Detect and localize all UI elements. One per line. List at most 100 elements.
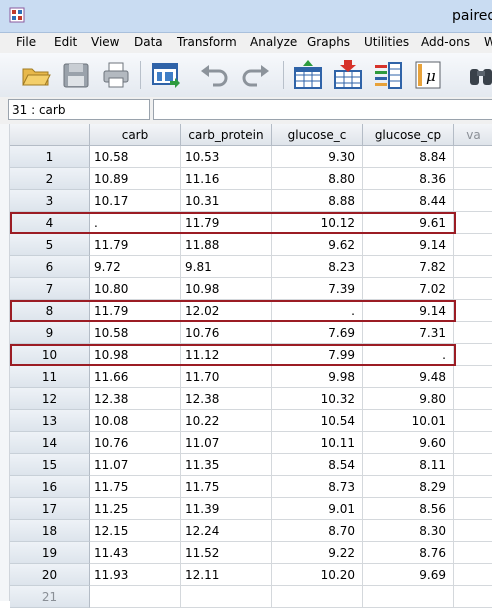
menu-analyze[interactable]: Analyze — [250, 35, 297, 49]
cell-empty-var[interactable] — [454, 498, 492, 520]
cell-glucose-cp[interactable]: 8.44 — [363, 190, 454, 212]
cell-empty-var[interactable] — [454, 146, 492, 168]
row-header[interactable]: 17 — [10, 498, 90, 520]
cell-empty-var[interactable] — [454, 168, 492, 190]
column-header-carb[interactable]: carb — [90, 124, 181, 146]
cell-empty-var[interactable] — [454, 410, 492, 432]
row-header[interactable]: 3 — [10, 190, 90, 212]
column-header-glucose-cp[interactable]: glucose_cp — [363, 124, 454, 146]
cell-glucose-c[interactable]: 10.12 — [272, 212, 363, 234]
cell-glucose-c[interactable]: . — [272, 300, 363, 322]
cell-empty-var[interactable] — [454, 190, 492, 212]
cell-glucose-c[interactable]: 7.39 — [272, 278, 363, 300]
cell-carb-protein[interactable]: 11.39 — [181, 498, 272, 520]
cell-carb-protein[interactable]: 12.02 — [181, 300, 272, 322]
row-header[interactable]: 1 — [10, 146, 90, 168]
print-icon[interactable] — [100, 59, 132, 91]
cell-glucose-cp[interactable] — [363, 586, 454, 608]
cell-empty-var[interactable] — [454, 256, 492, 278]
cell-carb-protein[interactable]: 12.38 — [181, 388, 272, 410]
menu-transform[interactable]: Transform — [177, 35, 237, 49]
row-header[interactable]: 5 — [10, 234, 90, 256]
cell-glucose-c[interactable]: 7.69 — [272, 322, 363, 344]
variables-icon[interactable] — [372, 59, 404, 91]
menu-file[interactable]: File — [16, 35, 36, 49]
cell-carb[interactable]: 11.66 — [90, 366, 181, 388]
cell-glucose-cp[interactable]: 9.14 — [363, 234, 454, 256]
cell-carb[interactable]: . — [90, 212, 181, 234]
row-header[interactable]: 6 — [10, 256, 90, 278]
corner-header[interactable] — [10, 124, 90, 146]
cell-carb[interactable]: 10.89 — [90, 168, 181, 190]
menu-graphs[interactable]: Graphs — [307, 35, 350, 49]
cell-glucose-cp[interactable]: 7.82 — [363, 256, 454, 278]
row-header[interactable]: 20 — [10, 564, 90, 586]
row-header[interactable]: 18 — [10, 520, 90, 542]
dialog-recall-icon[interactable] — [150, 59, 182, 91]
cell-carb[interactable]: 12.38 — [90, 388, 181, 410]
cell-glucose-c[interactable]: 8.80 — [272, 168, 363, 190]
cell-glucose-c[interactable]: 9.62 — [272, 234, 363, 256]
row-header[interactable]: 12 — [10, 388, 90, 410]
cell-reference-box[interactable]: 31 : carb — [8, 99, 150, 120]
cell-glucose-cp[interactable]: 8.76 — [363, 542, 454, 564]
cell-carb[interactable]: 10.08 — [90, 410, 181, 432]
cell-carb-protein[interactable]: 10.76 — [181, 322, 272, 344]
cell-glucose-c[interactable]: 10.32 — [272, 388, 363, 410]
cell-glucose-cp[interactable]: 9.80 — [363, 388, 454, 410]
row-header[interactable]: 8 — [10, 300, 90, 322]
goto-case-icon[interactable] — [292, 59, 324, 91]
cell-carb-protein[interactable]: 11.75 — [181, 476, 272, 498]
cell-carb-protein[interactable]: 9.81 — [181, 256, 272, 278]
cell-carb[interactable]: 11.07 — [90, 454, 181, 476]
cell-carb-protein[interactable] — [181, 586, 272, 608]
cell-carb[interactable]: 11.43 — [90, 542, 181, 564]
cell-carb[interactable]: 11.93 — [90, 564, 181, 586]
cell-carb[interactable] — [90, 586, 181, 608]
cell-carb-protein[interactable]: 11.88 — [181, 234, 272, 256]
cell-carb[interactable]: 11.79 — [90, 300, 181, 322]
cell-glucose-c[interactable]: 10.20 — [272, 564, 363, 586]
cell-carb[interactable]: 10.76 — [90, 432, 181, 454]
cell-carb-protein[interactable]: 10.22 — [181, 410, 272, 432]
cell-glucose-cp[interactable]: 8.29 — [363, 476, 454, 498]
cell-carb-protein[interactable]: 11.52 — [181, 542, 272, 564]
cell-empty-var[interactable] — [454, 344, 492, 366]
cell-carb-protein[interactable]: 12.11 — [181, 564, 272, 586]
row-header[interactable]: 21 — [10, 586, 90, 608]
cell-carb-protein[interactable]: 11.16 — [181, 168, 272, 190]
undo-icon[interactable] — [198, 59, 230, 91]
cell-carb-protein[interactable]: 10.31 — [181, 190, 272, 212]
cell-empty-var[interactable] — [454, 234, 492, 256]
cell-carb[interactable]: 10.58 — [90, 322, 181, 344]
cell-glucose-c[interactable]: 8.88 — [272, 190, 363, 212]
cell-empty-var[interactable] — [454, 322, 492, 344]
column-header-glucose-c[interactable]: glucose_c — [272, 124, 363, 146]
cell-glucose-c[interactable]: 10.54 — [272, 410, 363, 432]
save-icon[interactable] — [60, 59, 92, 91]
row-header[interactable]: 19 — [10, 542, 90, 564]
cell-glucose-cp[interactable]: 9.61 — [363, 212, 454, 234]
cell-glucose-cp[interactable]: 7.31 — [363, 322, 454, 344]
cell-carb-protein[interactable]: 11.35 — [181, 454, 272, 476]
open-folder-icon[interactable] — [20, 59, 52, 91]
row-header[interactable]: 9 — [10, 322, 90, 344]
cell-empty-var[interactable] — [454, 454, 492, 476]
column-header-carb-protein[interactable]: carb_protein — [181, 124, 272, 146]
menu-utilities[interactable]: Utilities — [364, 35, 409, 49]
value-labels-icon[interactable]: μ — [412, 59, 444, 91]
cell-glucose-cp[interactable]: 10.01 — [363, 410, 454, 432]
row-header[interactable]: 10 — [10, 344, 90, 366]
row-header[interactable]: 2 — [10, 168, 90, 190]
cell-carb-protein[interactable]: 10.98 — [181, 278, 272, 300]
cell-empty-var[interactable] — [454, 388, 492, 410]
cell-carb[interactable]: 10.80 — [90, 278, 181, 300]
cell-carb[interactable]: 11.25 — [90, 498, 181, 520]
row-header[interactable]: 4 — [10, 212, 90, 234]
cell-glucose-c[interactable]: 10.11 — [272, 432, 363, 454]
cell-carb[interactable]: 10.17 — [90, 190, 181, 212]
cell-glucose-cp[interactable]: 9.60 — [363, 432, 454, 454]
cell-glucose-cp[interactable]: 9.14 — [363, 300, 454, 322]
cell-glucose-cp[interactable]: 7.02 — [363, 278, 454, 300]
cell-carb[interactable]: 10.58 — [90, 146, 181, 168]
